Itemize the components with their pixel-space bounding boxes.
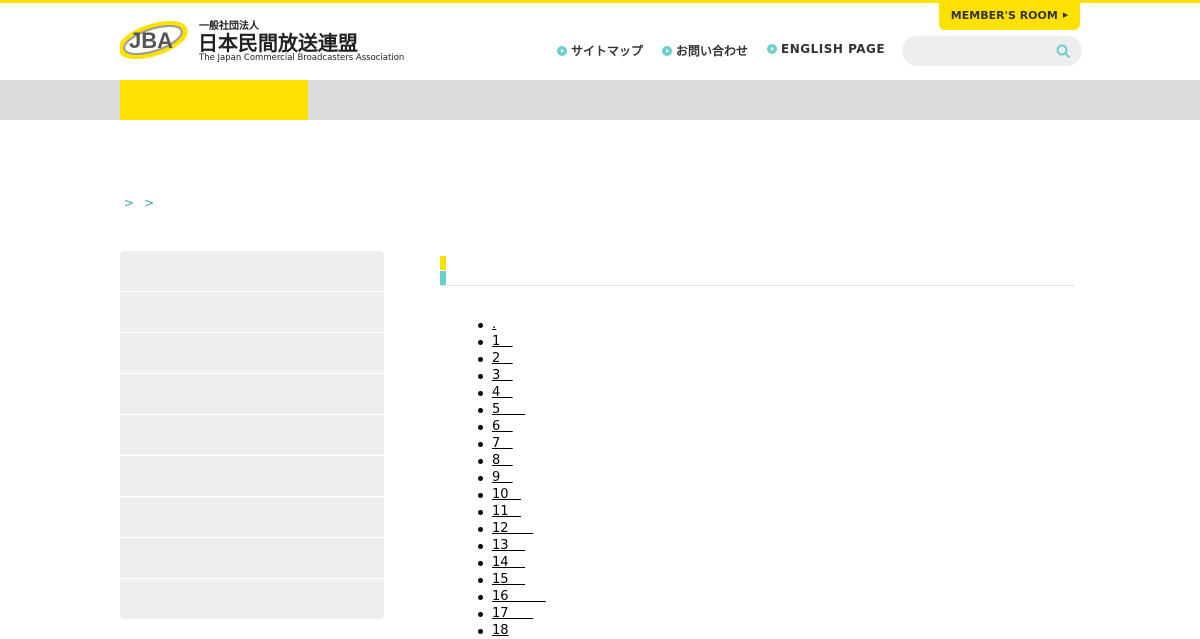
- logo-mark-text: JBA: [129, 28, 173, 53]
- circle-arrow-icon: [557, 45, 567, 56]
- list-item: 7: [478, 435, 546, 452]
- list-link[interactable]: 9: [492, 470, 513, 485]
- list-item: 14: [478, 554, 546, 571]
- list-link[interactable]: 17: [492, 606, 533, 621]
- sidebar-item[interactable]: [120, 579, 384, 619]
- link-list: . 1 2 3 4 5 6 7 8 9 10 11 12 13 14 15 16…: [478, 316, 546, 639]
- list-link[interactable]: 1: [492, 334, 513, 349]
- list-link[interactable]: 8: [492, 453, 513, 468]
- list-item: 5: [478, 401, 546, 418]
- global-nav-active-item[interactable]: [120, 80, 308, 120]
- member-room-button[interactable]: MEMBER'S ROOM ▶: [939, 0, 1080, 30]
- list-item: .: [478, 316, 546, 333]
- list-item: 11: [478, 503, 546, 520]
- nav-english-label: ENGLISH PAGE: [781, 42, 886, 56]
- search-input[interactable]: [902, 36, 1082, 66]
- heading-divider: [440, 285, 1074, 286]
- sidebar-item[interactable]: [120, 415, 384, 455]
- list-link[interactable]: 7: [492, 436, 513, 451]
- list-item: 13: [478, 537, 546, 554]
- sidebar-item[interactable]: [120, 497, 384, 537]
- arrow-right-icon: ▶: [1062, 11, 1069, 19]
- nav-sitemap[interactable]: サイトマップ: [557, 42, 643, 59]
- list-item: 17: [478, 605, 546, 622]
- sidebar-item[interactable]: [120, 538, 384, 578]
- heading-accent-bar: [440, 256, 446, 285]
- search-icon[interactable]: [1056, 44, 1070, 58]
- list-link[interactable]: 2: [492, 351, 513, 366]
- sidebar-item[interactable]: [120, 333, 384, 373]
- list-item: 18: [478, 622, 546, 639]
- list-item: 1: [478, 333, 546, 350]
- list-link[interactable]: 5: [492, 402, 525, 417]
- site-logo[interactable]: JBA 一般社団法人 日本民間放送連盟 The Japan Commercial…: [118, 16, 420, 66]
- list-link[interactable]: 16: [492, 589, 546, 604]
- sidebar-item[interactable]: [120, 251, 384, 291]
- list-item: 8: [478, 452, 546, 469]
- list-link[interactable]: 18: [492, 623, 509, 638]
- sidebar-item[interactable]: [120, 374, 384, 414]
- list-link[interactable]: 10: [492, 487, 521, 502]
- list-link[interactable]: 13: [492, 538, 525, 553]
- nav-english[interactable]: ENGLISH PAGE: [767, 42, 885, 56]
- sidebar-item[interactable]: [120, 456, 384, 496]
- site-header: JBA 一般社団法人 日本民間放送連盟 The Japan Commercial…: [0, 0, 1200, 80]
- list-item: 6: [478, 418, 546, 435]
- logo-big-text: 日本民間放送連盟: [198, 31, 358, 55]
- list-item: 9: [478, 469, 546, 486]
- nav-contact-label: お問い合わせ: [676, 44, 749, 58]
- logo-english-text: The Japan Commercial Broadcasters Associ…: [199, 53, 405, 63]
- list-item: 15: [478, 571, 546, 588]
- list-link[interactable]: 12: [492, 521, 533, 536]
- list-item: 4: [478, 384, 546, 401]
- list-link[interactable]: 4: [492, 385, 513, 400]
- breadcrumb-separator: >: [124, 196, 135, 210]
- list-link[interactable]: 3: [492, 368, 513, 383]
- list-item: 16: [478, 588, 546, 605]
- list-link[interactable]: .: [492, 317, 496, 332]
- list-link[interactable]: 6: [492, 419, 513, 434]
- jba-logo-mark: JBA: [118, 20, 188, 60]
- list-item: 10: [478, 486, 546, 503]
- list-item: 12: [478, 520, 546, 537]
- nav-contact[interactable]: お問い合わせ: [662, 42, 748, 59]
- circle-arrow-icon: [662, 45, 672, 56]
- list-link[interactable]: 11: [492, 504, 521, 519]
- list-item: 3: [478, 367, 546, 384]
- list-link[interactable]: 15: [492, 572, 525, 587]
- sidebar-item[interactable]: [120, 292, 384, 332]
- list-item: 2: [478, 350, 546, 367]
- list-link[interactable]: 14: [492, 555, 525, 570]
- nav-sitemap-label: サイトマップ: [571, 44, 644, 58]
- circle-arrow-icon: [767, 44, 777, 54]
- member-room-label: MEMBER'S ROOM: [950, 8, 1058, 22]
- sidebar-menu: [120, 251, 384, 620]
- breadcrumb-separator: >: [144, 196, 155, 210]
- breadcrumb: > >: [124, 196, 154, 210]
